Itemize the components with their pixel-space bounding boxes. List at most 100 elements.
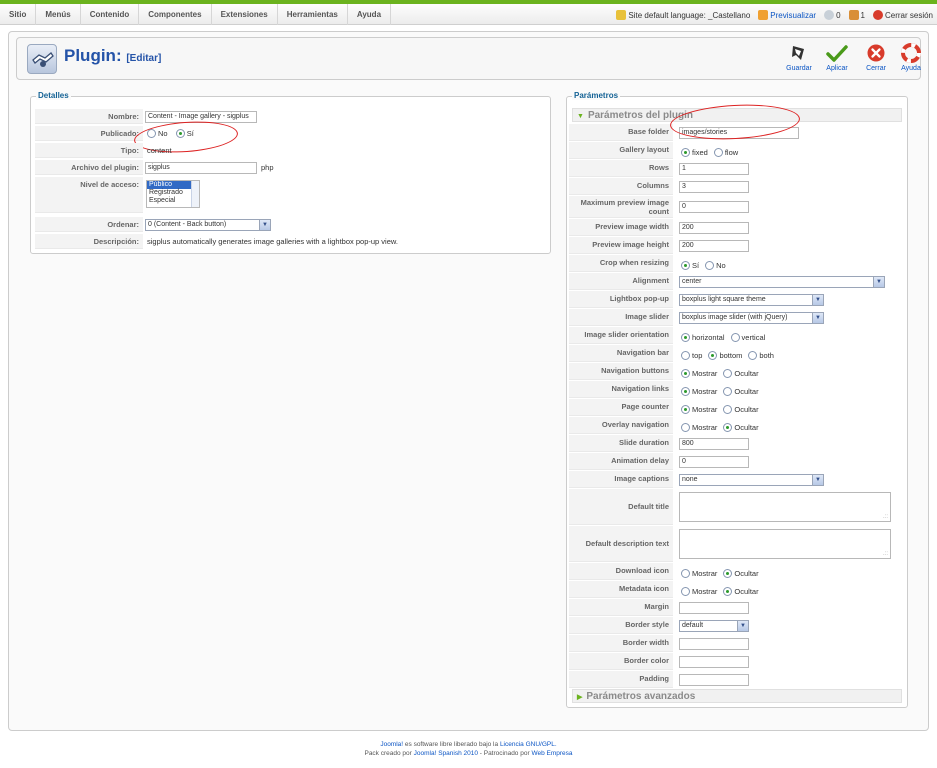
lightbox-pop-up-select[interactable]: boxplus light square theme ▼ (679, 294, 824, 306)
crop-when-resizing-row: Crop when resizing Sí No (567, 255, 907, 272)
border-color-row: Border color (567, 653, 907, 670)
crop-when-resizing-radio-1[interactable] (681, 261, 690, 270)
metadata-icon-show-radio[interactable] (681, 587, 690, 596)
border-style-select[interactable]: default ▼ (679, 620, 749, 632)
default-description-text-textarea[interactable]: .:: (679, 529, 891, 559)
image-slider-orientation-radio-2[interactable] (730, 333, 740, 342)
navigation-buttons-hide-radio[interactable] (723, 369, 733, 378)
close-button[interactable]: Cerrar (856, 41, 896, 72)
file-input[interactable]: sigplus (145, 162, 257, 174)
margin-input[interactable] (679, 602, 749, 614)
preview-image-width-label: Preview image width (569, 219, 673, 236)
maximum-preview-image-count-input[interactable]: 0 (679, 201, 749, 213)
advanced-params-header[interactable]: ▶ Parámetros avanzados (572, 689, 902, 703)
base-folder-input[interactable]: images/stories (679, 127, 799, 139)
footer-spanish-link[interactable]: Joomla! Spanish 2010 (414, 750, 478, 757)
messages-icon (824, 9, 835, 20)
menu-item-ayuda[interactable]: Ayuda (348, 4, 392, 25)
image-slider-label: Image slider (569, 309, 673, 326)
overlay-navigation-hide-radio[interactable] (723, 423, 733, 432)
access-row: Nivel de acceso: Público Registrado Espe… (31, 177, 550, 213)
lightbox-pop-up-label: Lightbox pop-up (569, 291, 673, 308)
order-select[interactable]: 0 (Content - Back button) ▼ (145, 219, 271, 231)
overlay-navigation-show-radio[interactable] (681, 423, 690, 432)
default-title-label: Default title (569, 489, 673, 525)
image-captions-select[interactable]: none ▼ (679, 474, 824, 486)
name-input[interactable]: Content - Image gallery - sigplus (145, 111, 257, 123)
users-status[interactable]: 1 (848, 9, 865, 20)
logout-link[interactable]: Cerrar sesión (872, 9, 933, 20)
footer-line-1: Joomla! es software libre liberado bajo … (380, 741, 557, 748)
navigation-links-row: Navigation links Mostrar Ocultar (567, 381, 907, 398)
preview-link[interactable]: Previsualizar (758, 9, 816, 20)
access-listbox-scrollbar[interactable] (191, 181, 199, 207)
alignment-select[interactable]: center ▼ (679, 276, 885, 288)
preview-image-height-input[interactable]: 200 (679, 240, 749, 252)
navigation-bar-radio-1[interactable] (681, 351, 690, 360)
border-style-label: Border style (569, 617, 673, 634)
help-button[interactable]: Ayuda (891, 41, 931, 72)
columns-input[interactable]: 3 (679, 181, 749, 193)
published-radios: No Sí (147, 126, 200, 141)
type-row: Tipo: content (31, 143, 550, 158)
navigation-bar-radio-3[interactable] (748, 351, 758, 360)
published-yes-radio[interactable] (175, 129, 185, 138)
access-label: Nivel de acceso: (35, 177, 143, 213)
navigation-bar-radio-2[interactable] (708, 351, 718, 360)
rows-input[interactable]: 1 (679, 163, 749, 175)
metadata-icon-hide-radio[interactable] (723, 587, 733, 596)
download-icon-show-radio[interactable] (681, 569, 690, 578)
description-label: Descripción: (35, 234, 143, 249)
image-slider-orientation-radios: horizontal vertical (681, 330, 771, 345)
image-slider-orientation-row: Image slider orientation horizontal vertic… (567, 327, 907, 344)
published-no-radio[interactable] (147, 129, 156, 138)
download-icon-hide-radio[interactable] (723, 569, 733, 578)
file-row: Archivo del plugin: sigplus php (31, 160, 550, 175)
navigation-buttons-show-radio[interactable] (681, 369, 690, 378)
navigation-bar-label: Navigation bar (569, 345, 673, 362)
access-listbox[interactable]: Público Registrado Especial (146, 180, 200, 208)
metadata-icon-radios: Mostrar Ocultar (681, 584, 765, 599)
logout-icon (872, 9, 883, 20)
menu-item-extensiones[interactable]: Extensiones (212, 4, 278, 25)
page-counter-show-radio[interactable] (681, 405, 690, 414)
messages-status[interactable]: 0 (824, 9, 841, 20)
image-captions-row: Image captions none ▼ (567, 471, 907, 488)
download-icon-radios: Mostrar Ocultar (681, 566, 765, 581)
menu-item-herramientas[interactable]: Herramientas (278, 4, 348, 25)
menu-item-componentes[interactable]: Componentes (139, 4, 212, 25)
default-title-textarea[interactable]: .:: (679, 492, 891, 522)
crop-when-resizing-radio-2[interactable] (705, 261, 715, 270)
apply-button[interactable]: Aplicar (817, 41, 857, 72)
gallery-layout-radio-1[interactable] (681, 148, 690, 157)
padding-input[interactable] (679, 674, 749, 686)
image-slider-orientation-radio-1[interactable] (681, 333, 690, 342)
border-width-input[interactable] (679, 638, 749, 650)
preview-icon (758, 9, 769, 20)
image-slider-orientation-label: Image slider orientation (569, 327, 673, 344)
menu-item-sitio[interactable]: Sitio (0, 4, 37, 25)
footer-webempresa-link[interactable]: Web Empresa (531, 750, 572, 757)
navigation-links-hide-radio[interactable] (723, 387, 733, 396)
menu-item-menus[interactable]: Menús (36, 4, 81, 25)
chevron-down-icon: ▼ (873, 277, 884, 287)
gallery-layout-radio-2[interactable] (713, 148, 723, 157)
rows-label: Rows (569, 160, 673, 177)
page-counter-hide-radio[interactable] (723, 405, 733, 414)
border-color-input[interactable] (679, 656, 749, 668)
plugin-params-header[interactable]: ▼ Parámetros del plugin (572, 108, 902, 122)
footer-license-link[interactable]: Licencia GNU/GPL. (500, 741, 557, 748)
rows-row: Rows 1 (567, 160, 907, 177)
navigation-links-show-radio[interactable] (681, 387, 690, 396)
slide-duration-input[interactable]: 800 (679, 438, 749, 450)
image-slider-select[interactable]: boxplus image slider (with jQuery) ▼ (679, 312, 824, 324)
footer-joomla-link[interactable]: Joomla! (380, 741, 403, 748)
menu-item-contenido[interactable]: Contenido (81, 4, 140, 25)
save-button[interactable]: Guardar (779, 41, 819, 72)
users-icon (848, 9, 859, 20)
type-label: Tipo: (35, 143, 143, 158)
status-area: Site default language: _Castellano Previ… (616, 4, 933, 25)
animation-delay-input[interactable]: 0 (679, 456, 749, 468)
chevron-down-icon: ▼ (259, 220, 270, 230)
preview-image-width-input[interactable]: 200 (679, 222, 749, 234)
